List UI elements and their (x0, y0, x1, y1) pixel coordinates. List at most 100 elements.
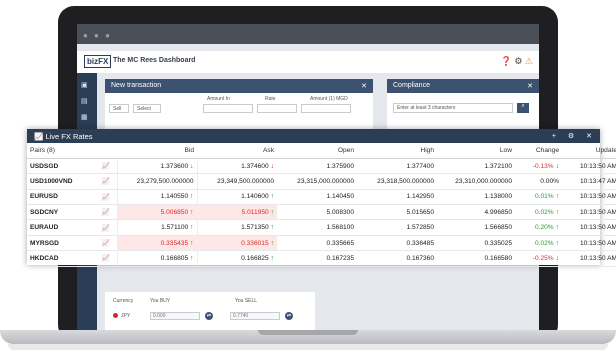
add-icon[interactable]: + (552, 133, 556, 140)
col-pairs[interactable]: Pairs (8) (27, 143, 95, 159)
bid-value: 0.166805 (160, 254, 189, 262)
bid-arrow-icon: ↑ (190, 224, 194, 232)
ask-cell[interactable]: 0.166825 ↑ (196, 250, 277, 267)
change-value: 0.20% (534, 224, 554, 232)
bid-cell[interactable]: 1.373600 ↓ (116, 158, 197, 175)
col-change[interactable]: Change (515, 143, 562, 159)
table-row[interactable]: USD1000VND 📈 23,279,500.000000 23,349,500.… (27, 173, 616, 190)
bid-value: 5.006850 (160, 208, 189, 216)
col-ask[interactable]: Ask (197, 143, 277, 159)
table-row[interactable]: USDSGD 📈 1.373600 ↓ 1.374600 ↓ 1.375900 1.377… (27, 158, 616, 175)
help-icon[interactable]: ❓ (501, 56, 512, 66)
update-cell: 10:13:50 AM (562, 250, 616, 267)
change-cell: 0.02% ↑ (515, 235, 562, 252)
chart-icon[interactable]: 📈 (95, 235, 117, 252)
bid-cell[interactable]: 5.006850 ↑ (116, 204, 197, 221)
header-icons: ❓ ⚙ ⚠ (501, 56, 533, 67)
amount-input[interactable] (203, 104, 253, 113)
col-update[interactable]: Update (562, 143, 616, 159)
table-row[interactable]: MYRSGD 📈 0.335435 ↑ 0.336015 ↑ 0.335665 0.336… (27, 235, 616, 252)
sell-input[interactable]: 0.7740 (230, 312, 280, 320)
buy-input[interactable]: 0.000 (150, 312, 200, 320)
bid-value: 23,279,500.000000 (136, 177, 194, 185)
ask-value: 23,349,500.000000 (217, 177, 274, 185)
ask-cell[interactable]: 0.336015 ↑ (196, 235, 277, 252)
ask-value: 1.374600 (241, 162, 269, 170)
chart-icon[interactable]: 📈 (95, 250, 117, 267)
bid-cell[interactable]: 23,279,500.000000 (116, 173, 197, 190)
nav-icon-3[interactable]: ▦ (81, 113, 88, 121)
ask-arrow-icon: ↑ (270, 224, 275, 232)
nav-icon-1[interactable]: ▣ (81, 81, 88, 89)
change-arrow-icon: ↓ (555, 162, 560, 170)
warning-icon[interactable]: ⚠ (525, 56, 533, 66)
high-cell: 5.015650 (357, 204, 437, 221)
bid-cell[interactable]: 1.571100 ↑ (116, 219, 197, 236)
chart-icon[interactable]: 📈 (95, 173, 117, 190)
ask-cell[interactable]: 1.140600 ↑ (196, 189, 277, 206)
gear-icon[interactable]: ⚙ (514, 56, 522, 66)
ask-cell[interactable]: 5.011950 ↑ (196, 204, 277, 221)
search-icon[interactable]: ⌕ (517, 103, 529, 113)
change-value: 0.02% (534, 239, 554, 247)
label-you-buy: You BUY (150, 298, 171, 304)
open-cell: 5.008300 (277, 204, 357, 221)
bid-cell[interactable]: 0.166805 ↑ (116, 250, 197, 267)
nav-icon-2[interactable]: ▤ (81, 97, 88, 105)
rate-input[interactable] (257, 104, 297, 113)
open-cell: 23,315,000.000000 (277, 173, 357, 190)
gear-icon[interactable]: ⚙ (568, 133, 574, 140)
table-header-row: Pairs (8) Bid Ask Open High Low Change U… (27, 143, 616, 159)
col-bid[interactable]: Bid (117, 143, 197, 159)
bid-arrow-icon: ↑ (190, 239, 194, 247)
compliance-select[interactable]: Enter at least 3 characters (393, 103, 513, 113)
close-icon[interactable]: ✕ (586, 133, 592, 140)
ask-value: 5.011950 (241, 208, 269, 216)
app-logo[interactable]: bizFX (84, 55, 112, 68)
chart-icon[interactable]: 📈 (95, 189, 117, 206)
side-select[interactable]: Sell (109, 104, 129, 113)
close-icon[interactable]: ✕ (361, 82, 367, 90)
chart-icon[interactable]: 📈 (95, 219, 117, 236)
bid-arrow-icon: ↑ (190, 208, 194, 216)
chart-icon[interactable]: 📈 (95, 204, 117, 221)
pair-cell: USDSGD (27, 158, 95, 175)
bid-cell[interactable]: 1.140550 ↑ (116, 189, 197, 206)
col-open[interactable]: Open (277, 143, 357, 159)
update-cell: 10:13:50 AM (562, 219, 616, 236)
change-value: -0.25% (532, 254, 554, 262)
col-high[interactable]: High (357, 143, 437, 159)
update-cell: 10:13:47 AM (562, 173, 616, 190)
low-cell: 4.996850 (437, 204, 515, 221)
low-cell: 23,310,000.000000 (437, 173, 515, 190)
label-rate: Rate (265, 96, 276, 102)
swap-icon[interactable]: ⇄ (285, 312, 293, 320)
pair-cell: EURUSD (27, 189, 95, 206)
rates-header: 📈 Live FX Rates + ⚙ ✕ (27, 129, 600, 143)
bid-arrow-icon: ↑ (190, 254, 194, 262)
swap-icon[interactable]: ⇄ (205, 312, 213, 320)
open-cell: 0.167235 (277, 250, 357, 267)
update-cell: 10:13:50 AM (562, 189, 616, 206)
pair-cell: MYRSGD (27, 235, 95, 252)
table-row[interactable]: EURAUD 📈 1.571100 ↑ 1.571350 ↑ 1.568100 1.572… (27, 219, 616, 236)
ask-cell[interactable]: 23,349,500.000000 (196, 173, 277, 190)
high-cell: 1.142950 (357, 189, 437, 206)
change-arrow-icon: ↑ (555, 193, 560, 201)
rates-title: 📈 Live FX Rates (34, 132, 93, 141)
table-row[interactable]: HKDCAD 📈 0.166805 ↑ 0.166825 ↑ 0.167235 0.167… (27, 250, 616, 267)
table-row[interactable]: SGDCNY 📈 5.006850 ↑ 5.011950 ↑ 5.008300 5.015… (27, 204, 616, 221)
change-value: 0.02% (534, 208, 554, 216)
currency-select[interactable]: Select (133, 104, 161, 113)
rates-title-text: Live FX Rates (45, 132, 93, 141)
browser-bar: ● ● ● (77, 24, 539, 44)
col-low[interactable]: Low (437, 143, 515, 159)
chart-icon[interactable]: 📈 (95, 158, 117, 175)
table-row[interactable]: EURUSD 📈 1.140550 ↑ 1.140600 ↑ 1.140450 1.142… (27, 189, 616, 206)
amount-mgd-input[interactable] (301, 104, 351, 113)
ask-cell[interactable]: 1.571350 ↑ (196, 219, 277, 236)
bid-cell[interactable]: 0.335435 ↑ (116, 235, 197, 252)
chart-icon: 📈 (34, 132, 44, 141)
ask-cell[interactable]: 1.374600 ↓ (196, 158, 277, 175)
close-icon[interactable]: ✕ (527, 82, 533, 90)
